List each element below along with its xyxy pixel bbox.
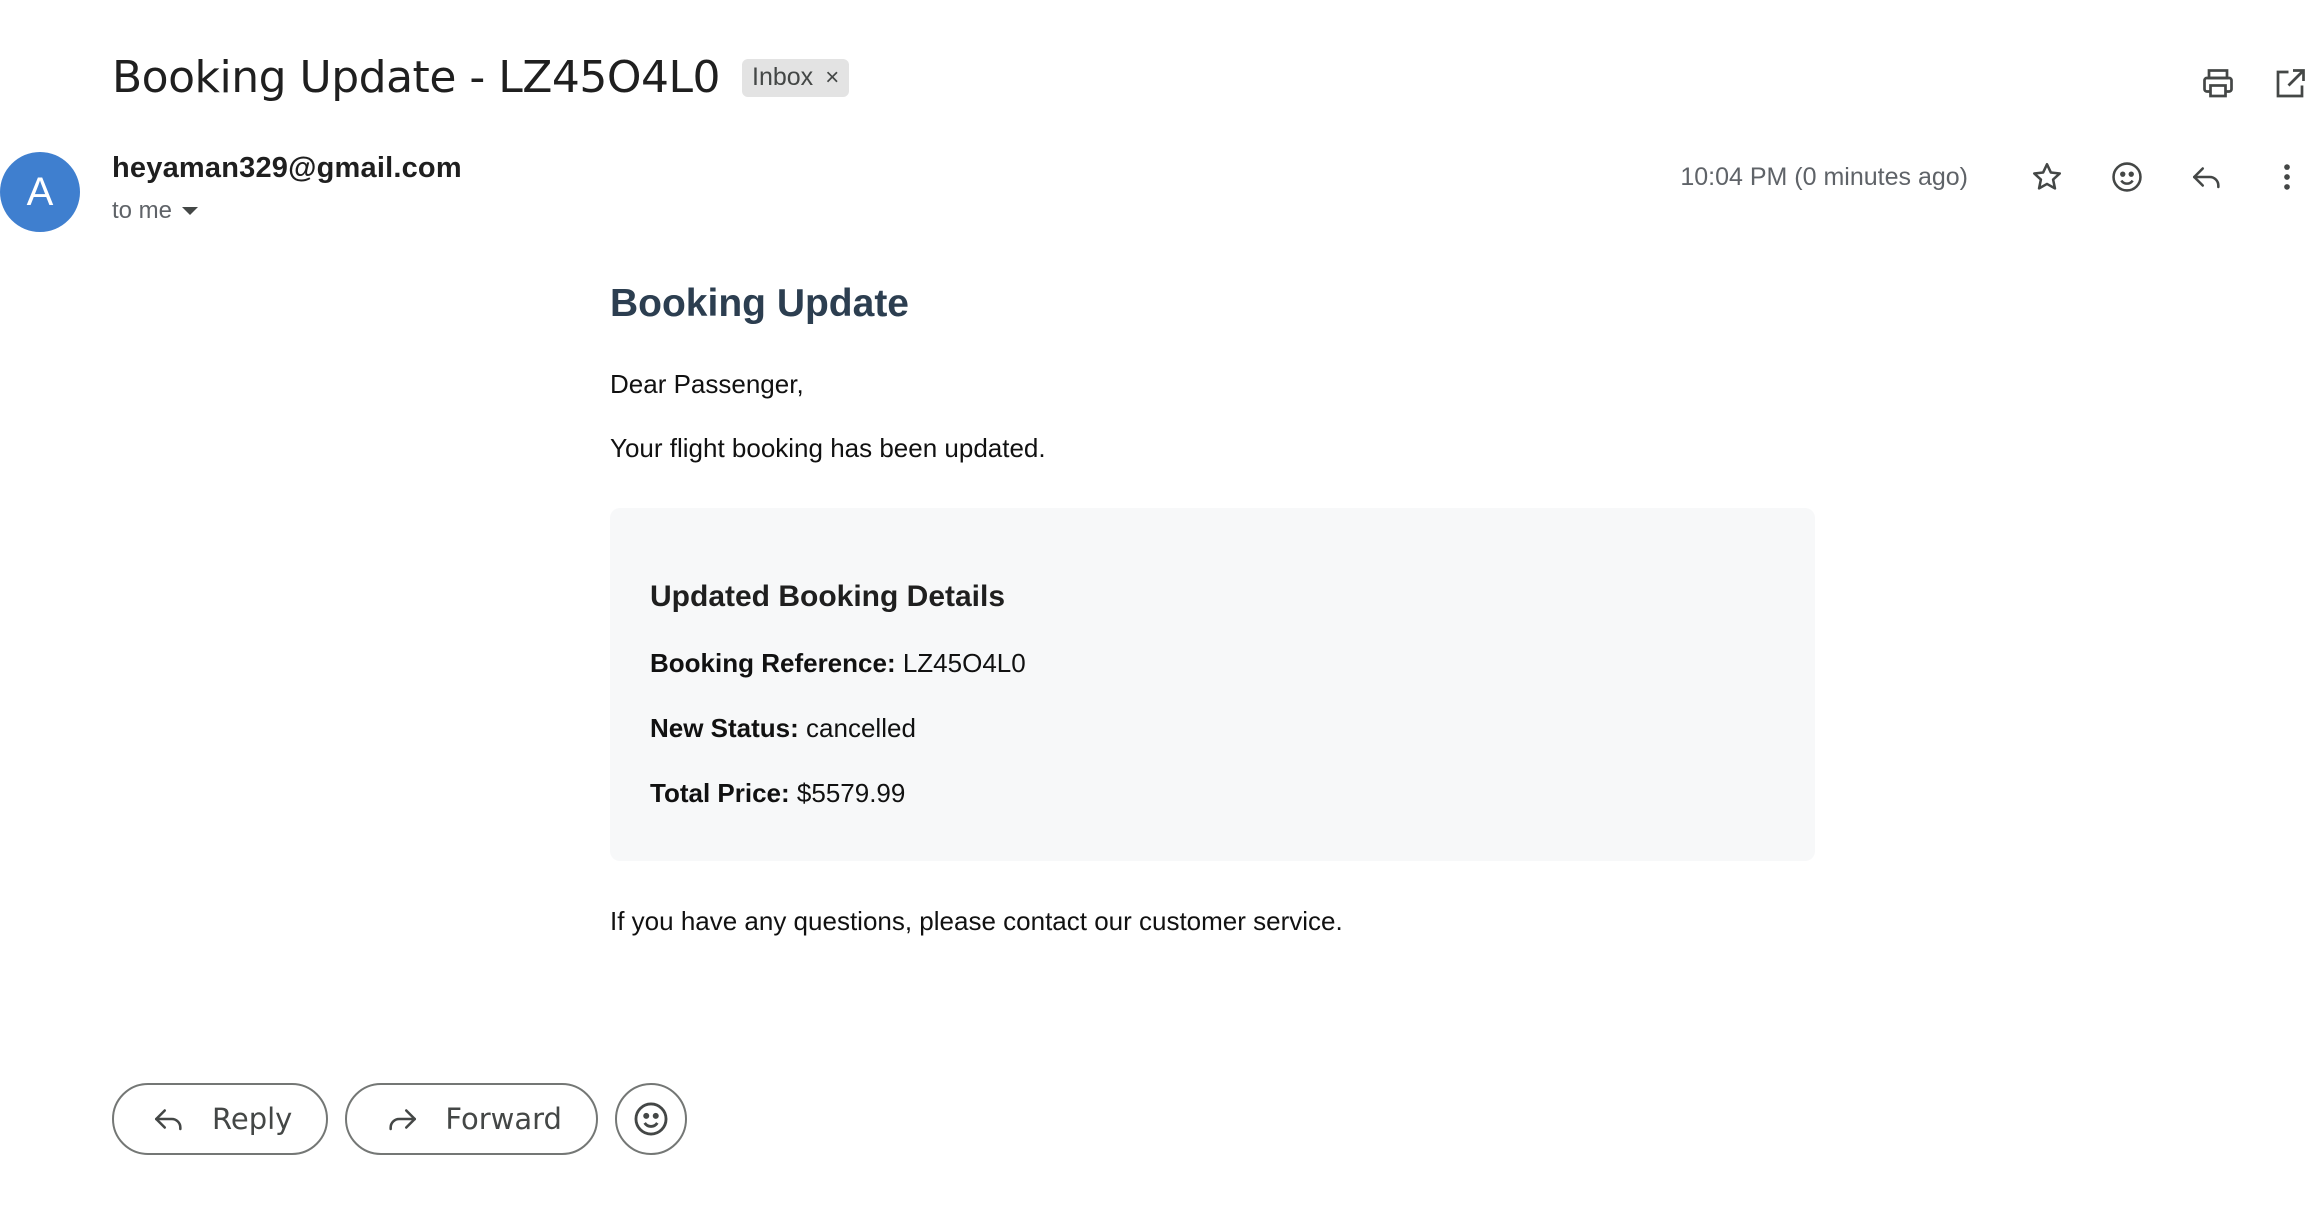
status-line: New Status: cancelled	[650, 713, 1775, 744]
sender-block: heyaman329@gmail.com to me	[112, 152, 462, 225]
caret-down-icon[interactable]	[182, 207, 199, 215]
footer-text: If you have any questions, please contac…	[610, 905, 1343, 936]
booking-details-box: Updated Booking Details Booking Referenc…	[610, 507, 1815, 861]
avatar-letter: A	[26, 169, 54, 214]
booking-reference-value: LZ45O4L0	[902, 647, 1026, 678]
print-icon	[2203, 69, 2233, 98]
price-line: Total Price: $5579.99	[650, 778, 1775, 809]
add-reaction-bottom-button[interactable]	[614, 1083, 687, 1155]
booking-reference-label: Booking Reference:	[650, 647, 896, 678]
timestamp: 10:04 PM (0 minutes ago)	[1680, 162, 1968, 191]
emoji-icon	[2112, 162, 2142, 192]
print-all-button[interactable]	[2194, 60, 2242, 108]
price-label: Total Price:	[650, 777, 790, 808]
recipient-line: to me	[112, 197, 462, 225]
status-value: cancelled	[806, 712, 916, 743]
forward-icon	[389, 1109, 417, 1131]
status-label: New Status:	[650, 712, 799, 743]
avatar[interactable]: A	[0, 152, 80, 232]
price-value: $5579.99	[796, 777, 906, 808]
inbox-label-chip[interactable]: Inbox ×	[742, 58, 850, 97]
sender-email[interactable]: heyaman329@gmail.com	[112, 152, 462, 185]
open-new-window-button[interactable]	[2266, 60, 2314, 108]
forward-label: Forward	[445, 1102, 562, 1136]
top-actions	[2170, 60, 2314, 108]
reply-button-top[interactable]	[2180, 150, 2234, 204]
forward-button[interactable]: Forward	[345, 1083, 598, 1155]
star-icon	[2032, 162, 2062, 190]
message-actions: 10:04 PM (0 minutes ago)	[1680, 150, 2314, 204]
greeting-text: Dear Passenger,	[610, 369, 804, 399]
subject-row: Booking Update - LZ45O4L0 Inbox ×	[112, 52, 850, 103]
intro-text: Your flight booking has been updated.	[610, 432, 1046, 463]
open-in-new-window-icon	[2276, 69, 2305, 98]
bottom-actions: Reply Forward	[112, 1083, 687, 1155]
emoji-icon	[634, 1102, 668, 1136]
reply-icon	[154, 1109, 182, 1131]
more-options-button[interactable]	[2260, 150, 2314, 204]
recipient-text: to me	[112, 197, 173, 224]
booking-reference-line: Booking Reference: LZ45O4L0	[650, 648, 1775, 679]
reply-icon	[2192, 167, 2220, 189]
add-reaction-button[interactable]	[2100, 150, 2154, 204]
email-view: Booking Update - LZ45O4L0 Inbox × A heya…	[0, 0, 2314, 1226]
email-heading: Booking Update	[610, 282, 909, 325]
close-icon[interactable]: ×	[825, 64, 839, 92]
reply-button[interactable]: Reply	[112, 1083, 329, 1155]
star-button[interactable]	[2020, 150, 2074, 204]
email-subject: Booking Update - LZ45O4L0	[112, 52, 721, 103]
more-vert-icon	[2284, 164, 2290, 190]
label-text: Inbox	[752, 63, 814, 91]
details-title: Updated Booking Details	[650, 579, 1006, 613]
reply-label: Reply	[212, 1102, 293, 1136]
email-body: Booking Update Dear Passenger, Your flig…	[610, 282, 1815, 938]
